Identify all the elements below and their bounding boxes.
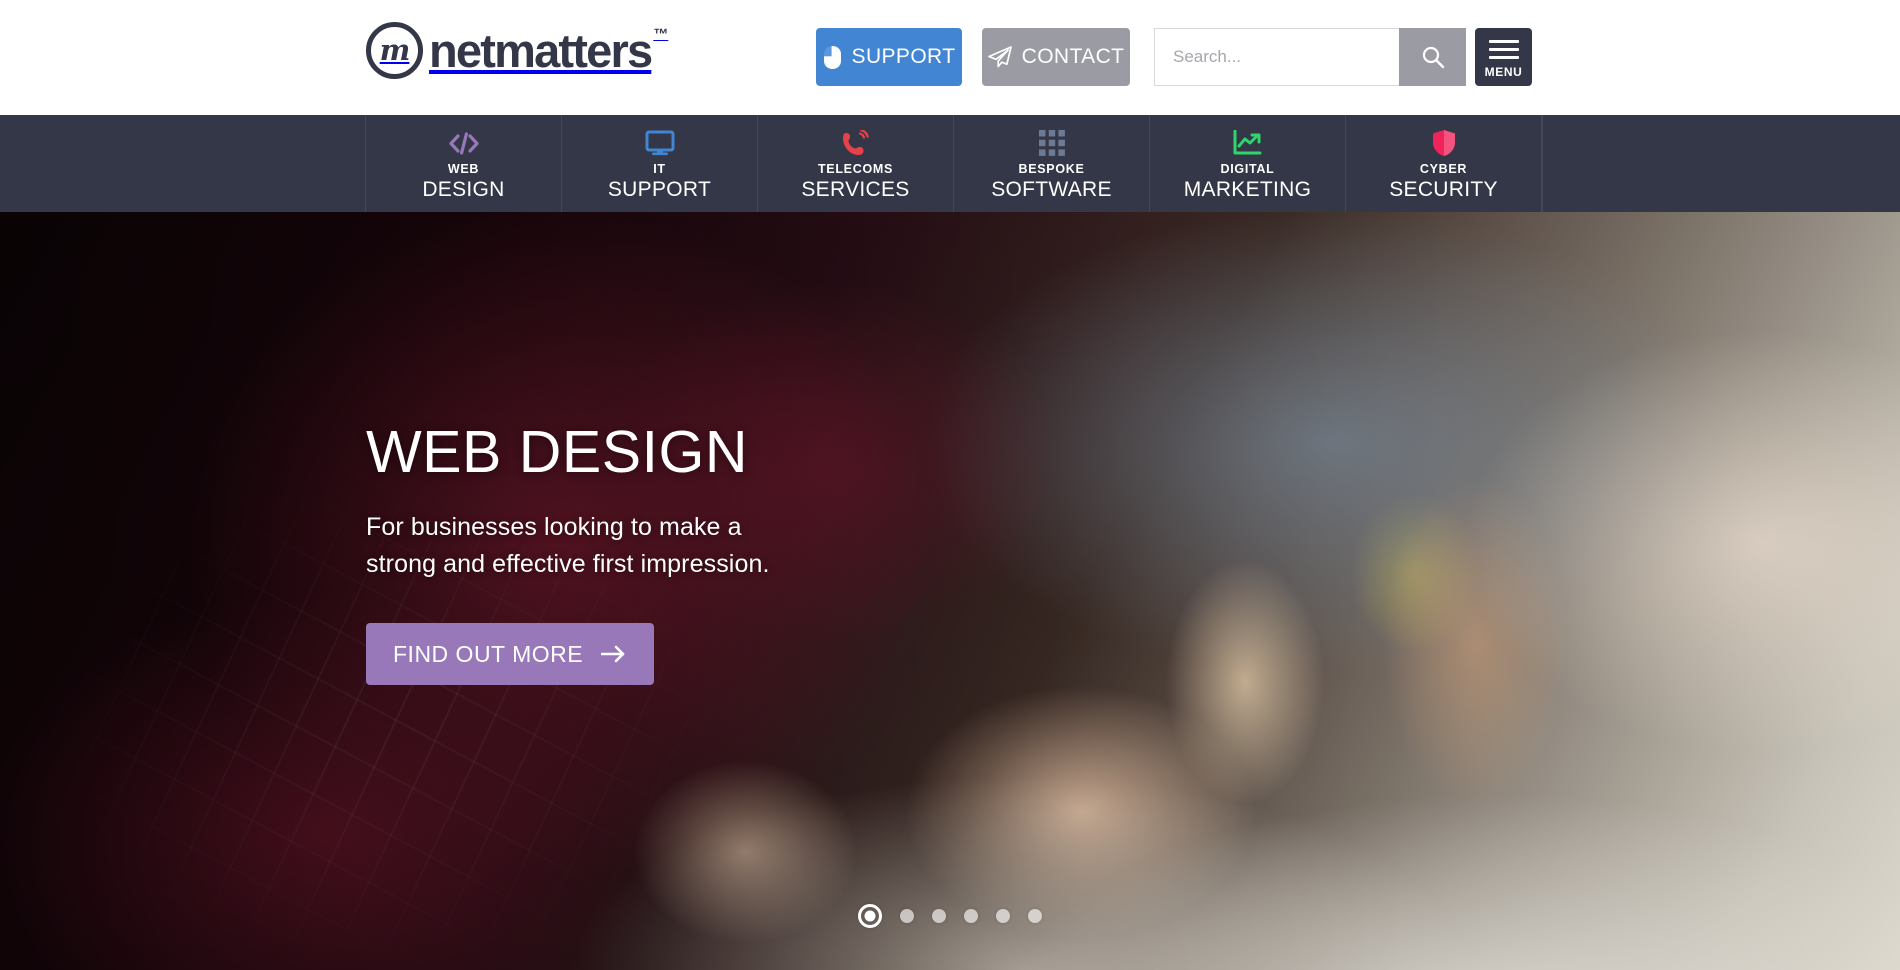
nav-item-bottom-label: MARKETING	[1183, 178, 1312, 201]
logo-trademark: ™	[653, 26, 669, 43]
nav-item-bottom-label: DESIGN	[422, 178, 505, 201]
nav-item-bottom-label: SERVICES	[801, 178, 910, 201]
nav-right-spacer	[1542, 115, 1900, 212]
nav-item-top-label: IT	[653, 162, 666, 176]
site-header: m netmatters ™ SUPPORT CONTACT Search...…	[0, 0, 1900, 115]
shield-icon	[1432, 129, 1456, 157]
mouse-icon	[823, 45, 841, 69]
carousel-dot[interactable]	[964, 909, 978, 923]
nav-item-top-label: DIGITAL	[1220, 162, 1275, 176]
support-button-label: SUPPORT	[851, 45, 956, 68]
menu-button[interactable]: MENU	[1475, 28, 1532, 86]
monitor-icon	[645, 129, 675, 157]
carousel-dot[interactable]	[996, 909, 1010, 923]
nav-item-bottom-label: SECURITY	[1389, 178, 1498, 201]
nav-item-bespoke-software[interactable]: BESPOKE SOFTWARE	[954, 115, 1150, 212]
search-icon	[1422, 46, 1444, 69]
search-form	[1154, 28, 1466, 86]
nav-item-top-label: TELECOMS	[817, 162, 894, 176]
carousel-dot[interactable]	[1028, 909, 1042, 923]
nav-item-bottom-label: SUPPORT	[607, 178, 712, 201]
nav-item-bottom-label: SOFTWARE	[991, 178, 1112, 201]
menu-button-label: MENU	[1484, 64, 1523, 79]
nav-item-it-support[interactable]: IT SUPPORT	[562, 115, 758, 212]
chart-up-icon	[1233, 129, 1263, 157]
hamburger-icon	[1488, 39, 1519, 64]
logo-circle-m-icon: m	[366, 22, 423, 79]
support-button[interactable]: SUPPORT	[816, 28, 962, 86]
find-out-more-button[interactable]: FIND OUT MORE	[366, 623, 655, 685]
find-out-more-label: FIND OUT MORE	[393, 640, 584, 667]
hero-carousel: WEB DESIGN For businesses looking to mak…	[0, 212, 1900, 970]
logo-wordmark: netmatters	[429, 24, 653, 77]
nav-item-digital-marketing[interactable]: DIGITAL MARKETING	[1150, 115, 1346, 212]
phone-ring-icon	[841, 129, 871, 157]
carousel-dots	[0, 904, 1900, 928]
contact-button[interactable]: CONTACT	[982, 28, 1130, 86]
contact-button-label: CONTACT	[1021, 45, 1125, 68]
search-input[interactable]	[1154, 28, 1399, 86]
nav-item-top-label: CYBER	[1419, 162, 1468, 176]
nav-left-spacer	[0, 115, 366, 212]
nav-item-web-design[interactable]: WEB DESIGN	[366, 115, 562, 212]
grid-icon	[1038, 129, 1065, 157]
nav-item-telecoms-services[interactable]: TELECOMS SERVICES	[758, 115, 954, 212]
arrow-right-icon	[601, 645, 625, 663]
hero-content: WEB DESIGN For businesses looking to mak…	[366, 417, 986, 685]
primary-service-nav: WEB DESIGN IT SUPPORT TELECOMS SERVICES	[0, 115, 1900, 212]
paper-plane-icon	[987, 46, 1012, 68]
nav-item-cyber-security[interactable]: CYBER SECURITY	[1346, 115, 1542, 212]
hero-title: WEB DESIGN	[366, 419, 748, 485]
carousel-dot[interactable]	[900, 909, 914, 923]
search-submit-button[interactable]	[1399, 28, 1466, 86]
nav-item-top-label: BESPOKE	[1018, 162, 1085, 176]
carousel-dot[interactable]	[932, 909, 946, 923]
hero-subtitle: For businesses looking to make a strong …	[366, 513, 770, 578]
carousel-dot[interactable]	[858, 904, 882, 928]
header-actions: SUPPORT CONTACT	[816, 28, 1466, 86]
nav-item-top-label: WEB	[447, 162, 480, 176]
logo-mark-letter: m	[379, 33, 411, 67]
code-icon	[448, 129, 480, 157]
site-logo[interactable]: m netmatters ™	[366, 22, 668, 80]
